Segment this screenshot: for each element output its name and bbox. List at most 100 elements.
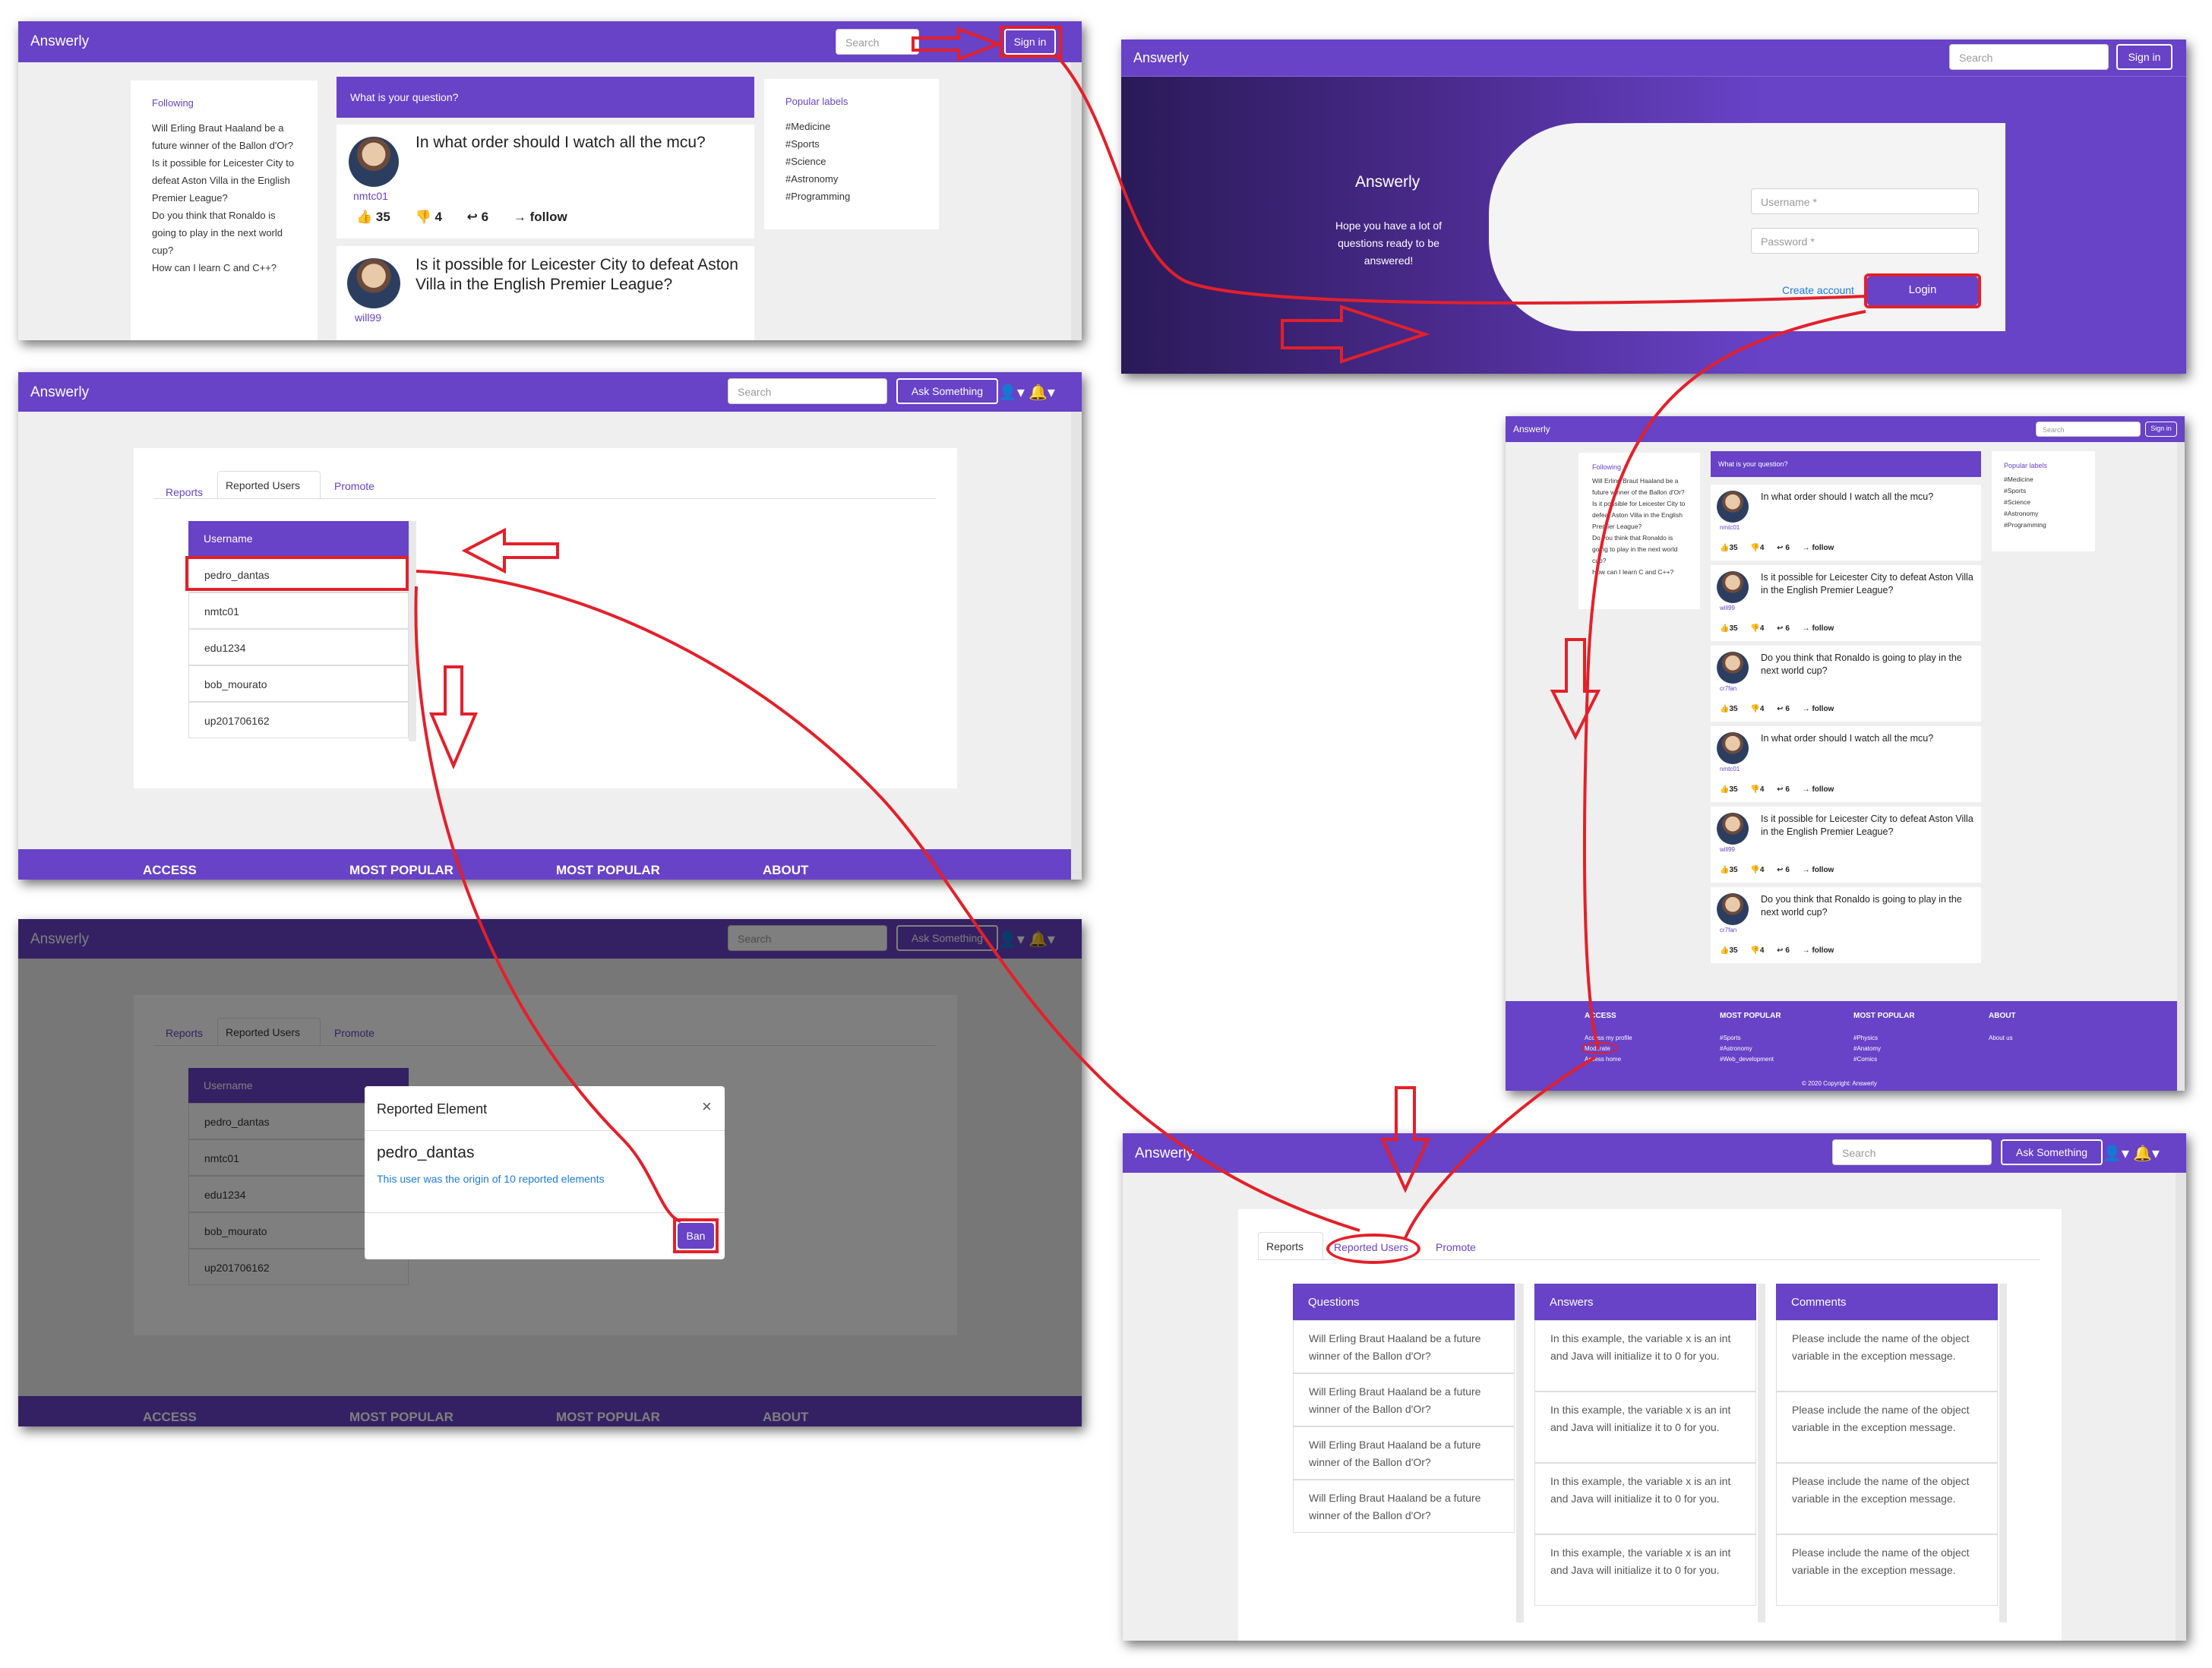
following-item[interactable]: Is it possible for Leicester City to def… [1592,498,1686,532]
user-row[interactable]: edu1234 [188,629,409,665]
thumbs-down-icon[interactable]: 👎 [1750,866,1759,874]
password-field[interactable]: Password * [1751,228,1979,254]
create-account-link[interactable]: Create account [1782,284,1854,296]
label-item[interactable]: #Science [785,153,918,170]
follow-link[interactable]: follow [1812,785,1834,794]
label-item[interactable]: #Science [2004,497,2083,508]
bell-icon[interactable]: 🔔▾ [1029,383,1055,402]
footer-link[interactable]: #Sports [1720,1035,1741,1041]
question-author[interactable]: nmtc01 [1720,766,1740,772]
arrow-right-icon[interactable]: → [1803,866,1810,874]
thumbs-up-icon[interactable]: 👍 [1720,946,1729,955]
question-author[interactable]: nmtc01 [1720,524,1740,531]
thumbs-down-icon[interactable]: 👎 [1750,946,1759,955]
question-card[interactable]: cr7fan Do you think that Ronaldo is goin… [1711,646,1981,722]
arrow-right-icon[interactable]: → [1803,705,1810,713]
follow-link[interactable]: follow [1812,705,1834,713]
label-item[interactable]: #Medicine [2004,474,2083,485]
reply-icon[interactable]: ↩ [1777,544,1783,552]
question-author[interactable]: will99 [355,311,381,324]
footer-link[interactable]: #Comics [1853,1056,1877,1063]
following-item[interactable]: Is it possible for Leicester City to def… [152,154,296,207]
question-author[interactable]: cr7fan [1720,685,1736,692]
thumbs-down-icon[interactable]: 👎 [1750,785,1759,794]
question-title[interactable]: Is it possible for Leicester City to def… [1761,813,1973,839]
follow-link[interactable]: follow [1812,624,1834,633]
ask-something-button[interactable]: Ask Something [896,378,998,404]
label-item[interactable]: #Sports [2004,485,2083,497]
bell-icon[interactable]: 🔔▾ [2133,1144,2160,1163]
footer-link[interactable]: Access home [1585,1056,1621,1063]
search-input[interactable]: Search [1949,44,2109,70]
thumbs-down-icon[interactable]: 👎 [1750,705,1759,713]
reply-icon[interactable]: ↩ [1777,946,1783,955]
arrow-right-icon[interactable]: → [1803,946,1810,955]
username-field[interactable]: Username * [1751,188,1979,214]
tab-promote[interactable]: Promote [1436,1241,1476,1253]
scrollbar[interactable] [1071,62,1082,340]
user-row[interactable]: nmtc01 [188,592,409,629]
report-item[interactable]: Please include the name of the object va… [1776,1320,1998,1392]
question-title[interactable]: Do you think that Ronaldo is going to pl… [1761,652,1973,678]
scrollbar[interactable] [409,521,416,741]
following-item[interactable]: Do you think that Ronaldo is going to pl… [1592,532,1686,567]
search-input[interactable]: Search [2036,422,2141,437]
arrow-right-icon[interactable]: → [1803,785,1810,794]
question-title[interactable]: Is it possible for Leicester City to def… [1761,571,1973,597]
label-item[interactable]: #Astronomy [785,170,918,188]
footer-link[interactable]: #Physics [1853,1035,1878,1041]
follow-link[interactable]: follow [530,210,567,224]
following-item[interactable]: Will Erling Braut Haaland be a future wi… [152,119,296,154]
follow-link[interactable]: follow [1812,866,1834,874]
report-item[interactable]: Will Erling Braut Haaland be a future wi… [1293,1480,1515,1533]
thumbs-up-icon[interactable]: 👍 [356,210,372,224]
question-card[interactable]: will99 Is it possible for Leicester City… [337,246,754,340]
reply-icon[interactable]: ↩ [467,210,478,224]
question-title[interactable]: In what order should I watch all the mcu… [1761,491,1973,504]
question-title[interactable]: In what order should I watch all the mcu… [1761,732,1973,745]
sign-in-button[interactable]: Sign in [2116,44,2172,70]
question-author[interactable]: nmtc01 [353,190,388,202]
thumbs-up-icon[interactable]: 👍 [1720,785,1729,794]
report-item[interactable]: In this example, the variable x is an in… [1534,1534,1756,1606]
user-row[interactable]: bob_mourato [188,665,409,702]
thumbs-up-icon[interactable]: 👍 [1720,866,1729,874]
following-item[interactable]: How can I learn C and C++? [152,259,296,276]
following-item[interactable]: How can I learn C and C++? [1592,567,1686,578]
follow-link[interactable]: follow [1812,946,1834,955]
question-card[interactable]: nmtc01 In what order should I watch all … [1711,485,1981,561]
thumbs-down-icon[interactable]: 👎 [416,210,431,224]
thumbs-down-icon[interactable]: 👎 [1750,624,1759,633]
search-input[interactable]: Search [1832,1139,1992,1165]
search-input[interactable]: Search [728,378,887,404]
close-icon[interactable]: × [702,1097,712,1117]
question-input[interactable]: What is your question? [337,77,754,118]
question-card[interactable]: will99 Is it possible for Leicester City… [1711,807,1981,883]
report-item[interactable]: Please include the name of the object va… [1776,1463,1998,1534]
question-card[interactable]: nmtc01 In what order should I watch all … [1711,726,1981,802]
follow-link[interactable]: follow [1812,544,1834,552]
scrollbar[interactable] [1071,412,1082,880]
arrow-right-icon[interactable]: → [514,210,526,224]
question-author[interactable]: will99 [1720,846,1735,853]
label-item[interactable]: #Astronomy [2004,508,2083,520]
report-item[interactable]: Will Erling Braut Haaland be a future wi… [1293,1373,1515,1426]
label-item[interactable]: #Sports [785,135,918,153]
scrollbar[interactable] [1516,1284,1524,1622]
label-item[interactable]: #Programming [2004,520,2083,531]
thumbs-down-icon[interactable]: 👎 [1750,544,1759,552]
reply-icon[interactable]: ↩ [1777,705,1783,713]
user-menu-icon[interactable]: 👤▾ [2103,1144,2129,1163]
report-item[interactable]: Will Erling Braut Haaland be a future wi… [1293,1426,1515,1480]
ask-something-button[interactable]: Ask Something [2001,1139,2103,1165]
label-item[interactable]: #Programming [785,188,918,205]
report-item[interactable]: Please include the name of the object va… [1776,1392,1998,1463]
tab-promote[interactable]: Promote [334,480,374,492]
thumbs-up-icon[interactable]: 👍 [1720,544,1729,552]
question-title[interactable]: Do you think that Ronaldo is going to pl… [1761,893,1973,919]
brand-logo[interactable]: Answerly [1133,50,1189,66]
thumbs-up-icon[interactable]: 👍 [1720,624,1729,633]
reply-icon[interactable]: ↩ [1777,866,1783,874]
tab-reported-users[interactable]: Reported Users [217,471,321,498]
footer-link[interactable]: About us [1989,1035,2013,1041]
